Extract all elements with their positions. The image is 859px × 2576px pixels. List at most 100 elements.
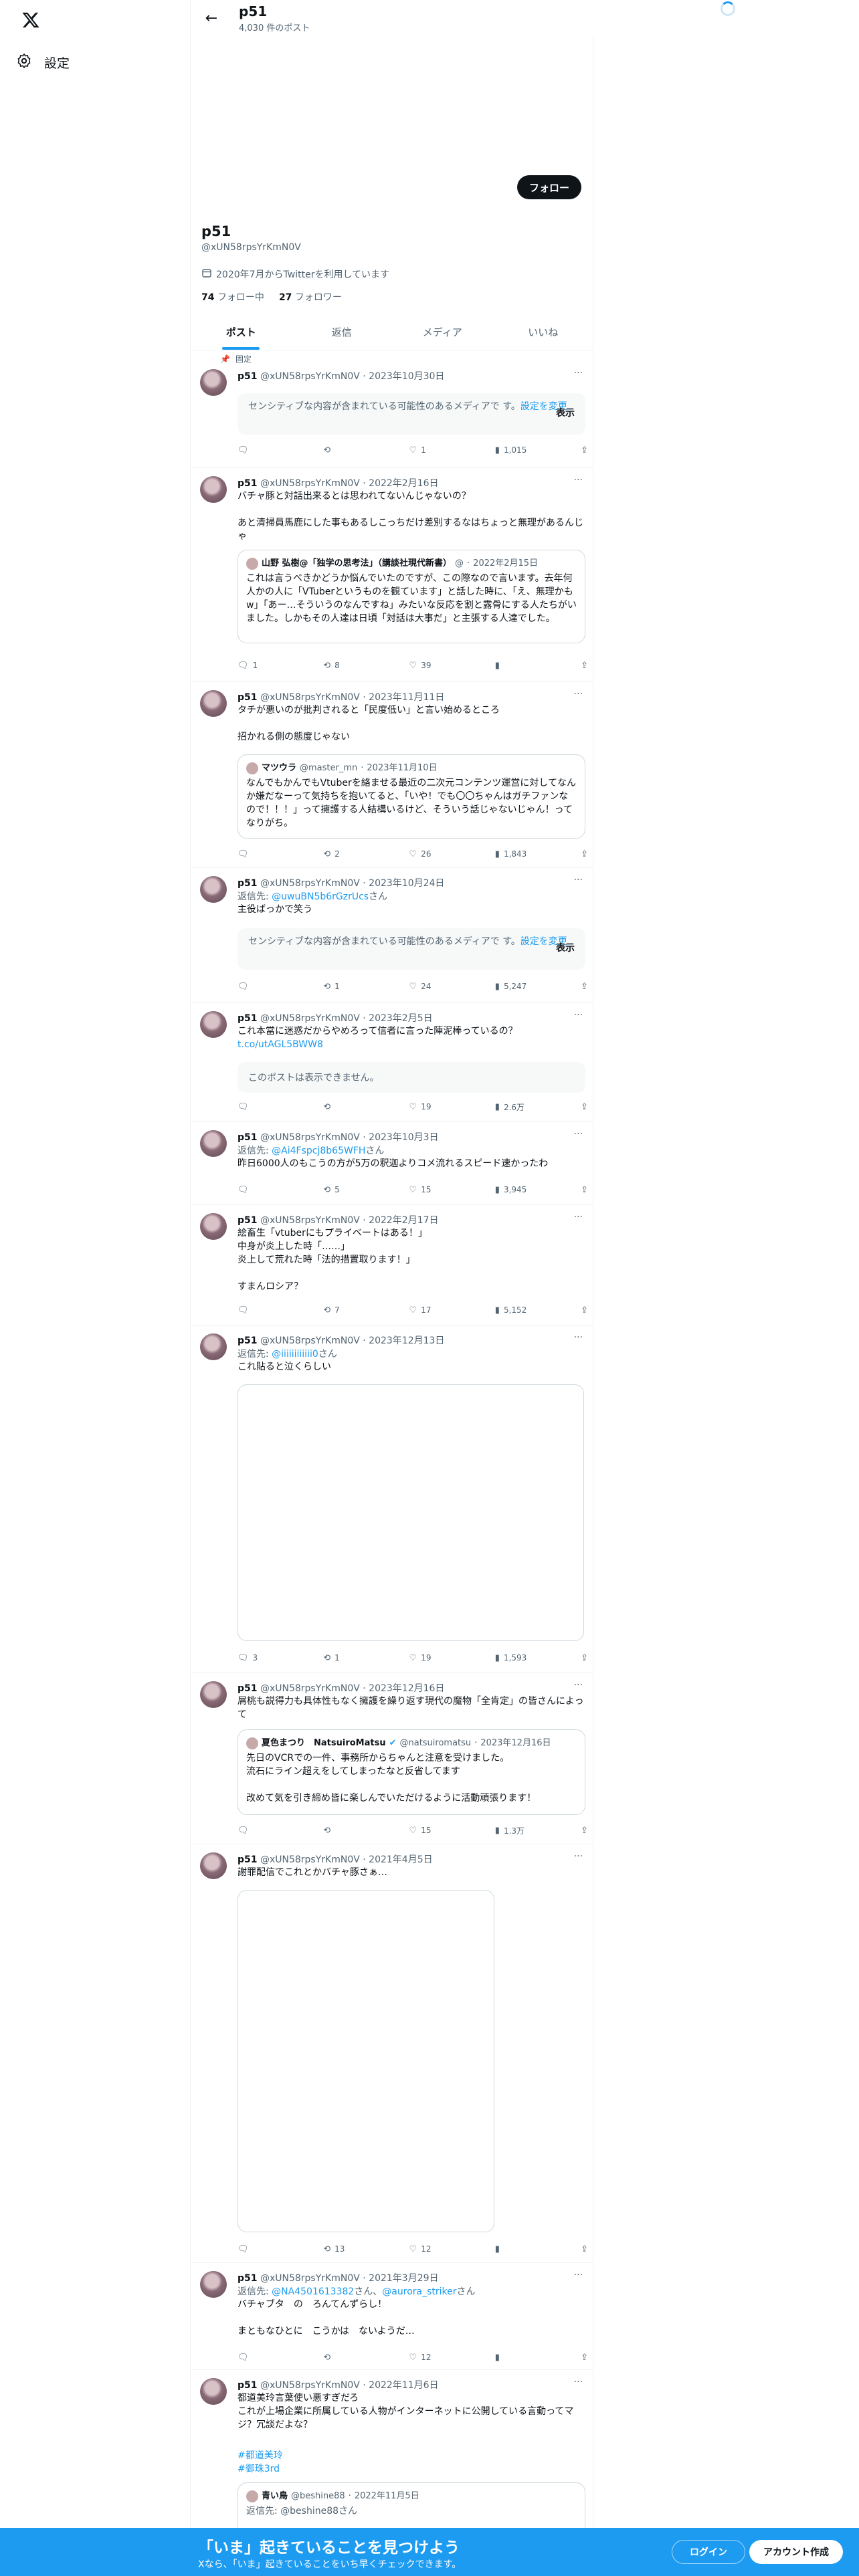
reply-to-link[interactable]: @Ai4Fspcj8b65WFH — [272, 1146, 365, 1156]
tweet-handle[interactable]: @xUN58rpsYrKmN0V — [260, 2273, 360, 2284]
tweet-handle[interactable]: @xUN58rpsYrKmN0V — [260, 1132, 360, 1143]
tweet-link[interactable]: t.co/utAGL5BWW8 — [237, 1038, 585, 1051]
tweet[interactable]: p51 @xUN58rpsYrKmN0V · 2023年12月16日 ··· 屑… — [191, 1673, 593, 1844]
repost-button[interactable]: ⟲ — [323, 2350, 363, 2365]
avatar[interactable] — [200, 1681, 227, 1708]
like-button[interactable]: ♡ 19 — [409, 1650, 450, 1665]
views-button[interactable]: ▮ 5,152 — [495, 1303, 535, 1317]
reply-button[interactable]: 🗨 — [237, 443, 278, 457]
tweet-date[interactable]: 2023年12月13日 — [369, 1335, 444, 1346]
reply-button[interactable]: 🗨 1 — [237, 658, 278, 673]
views-button[interactable]: ▮ — [495, 2350, 535, 2365]
views-button[interactable]: ▮ — [495, 2242, 535, 2256]
tweet[interactable]: p51 @xUN58rpsYrKmN0V · 2023年10月30日 ··· セ… — [191, 361, 593, 468]
share-button[interactable]: ⇪ — [581, 1303, 588, 1317]
tweet[interactable]: p51 @xUN58rpsYrKmN0V · 2023年10月3日 ··· 返信… — [191, 1122, 593, 1205]
share-button[interactable]: ⇪ — [581, 658, 588, 673]
tweet-handle[interactable]: @xUN58rpsYrKmN0V — [260, 1854, 360, 1865]
nav-settings[interactable]: 設定 — [16, 45, 70, 79]
share-button[interactable]: ⇪ — [581, 2350, 588, 2365]
share-button[interactable]: ⇪ — [581, 1099, 588, 1114]
tweet-date[interactable]: 2023年10月24日 — [369, 878, 444, 889]
avatar[interactable] — [200, 2271, 227, 2298]
repost-button[interactable]: ⟲ — [323, 1099, 363, 1114]
quoted-tweet[interactable]: マツウラ @master_mn · 2023年11月10日 なんでもかんでもVtube… — [237, 754, 585, 839]
following-link[interactable]: 74 フォロー中 — [201, 290, 264, 304]
tweet-handle[interactable]: @xUN58rpsYrKmN0V — [260, 2380, 360, 2391]
like-button[interactable]: ♡ 17 — [409, 1303, 450, 1317]
views-button[interactable]: ▮ 5,247 — [495, 979, 535, 994]
tweet[interactable]: p51 @xUN58rpsYrKmN0V · 2021年3月29日 ··· 返信… — [191, 2263, 593, 2370]
avatar[interactable] — [200, 2378, 227, 2405]
share-button[interactable]: ⇪ — [581, 2242, 588, 2256]
more-icon[interactable]: ··· — [574, 1680, 583, 1691]
tab-media[interactable]: メディア — [392, 314, 493, 350]
tweet-date[interactable]: 2021年4月5日 — [369, 1854, 432, 1865]
like-button[interactable]: ♡ 39 — [409, 658, 450, 673]
like-button[interactable]: ♡ 24 — [409, 979, 450, 994]
repost-button[interactable]: ⟲ 8 — [323, 658, 363, 673]
views-button[interactable]: ▮ — [495, 658, 535, 673]
tweet-author[interactable]: p51 — [237, 1215, 258, 1226]
tweet[interactable]: p51 @xUN58rpsYrKmN0V · 2023年12月13日 ··· 返… — [191, 1325, 593, 1673]
back-arrow-icon[interactable]: ← — [200, 7, 223, 29]
signup-button[interactable]: アカウント作成 — [749, 2540, 843, 2564]
tweet-author[interactable]: p51 — [237, 692, 258, 703]
views-button[interactable]: ▮ 1,843 — [495, 847, 535, 861]
avatar[interactable] — [200, 1130, 227, 1157]
tweet-date[interactable]: 2023年10月30日 — [369, 371, 444, 382]
repost-button[interactable]: ⟲ 5 — [323, 1182, 363, 1197]
tweet-handle[interactable]: @xUN58rpsYrKmN0V — [260, 1215, 360, 1226]
tweet[interactable]: p51 @xUN58rpsYrKmN0V · 2022年2月17日 ··· 絵畜… — [191, 1205, 593, 1325]
avatar[interactable] — [200, 369, 227, 396]
share-button[interactable]: ⇪ — [581, 443, 588, 457]
tweet-date[interactable]: 2022年11月6日 — [369, 2380, 438, 2391]
tweet-date[interactable]: 2023年11月11日 — [369, 692, 444, 703]
reply-button[interactable]: 🗨 — [237, 847, 278, 861]
reply-to-link[interactable]: @NA4501613382 — [272, 2286, 354, 2297]
tweet-author[interactable]: p51 — [237, 478, 258, 489]
tweet-handle[interactable]: @xUN58rpsYrKmN0V — [260, 478, 360, 489]
reply-button[interactable]: 🗨 — [237, 979, 278, 994]
repost-button[interactable]: ⟲ 1 — [323, 979, 363, 994]
like-button[interactable]: ♡ 12 — [409, 2350, 450, 2365]
share-button[interactable]: ⇪ — [581, 847, 588, 861]
reply-to-link[interactable]: @iiiiiiiiiiii0 — [272, 1349, 318, 1360]
media-image[interactable] — [237, 1384, 584, 1641]
like-button[interactable]: ♡ 26 — [409, 847, 450, 861]
more-icon[interactable]: ··· — [574, 689, 583, 700]
reply-to-link-2[interactable]: @aurora_striker — [382, 2286, 456, 2297]
views-button[interactable]: ▮ 2.6万 — [495, 1099, 535, 1114]
reply-button[interactable]: 🗨 — [237, 1823, 278, 1838]
reply-button[interactable]: 🗨 3 — [237, 1650, 278, 1665]
tweet-author[interactable]: p51 — [237, 1335, 258, 1346]
tweet-date[interactable]: 2021年3月29日 — [369, 2273, 438, 2284]
hashtag-link[interactable]: #都道美玲 — [237, 2449, 585, 2462]
more-icon[interactable]: ··· — [574, 1332, 583, 1343]
tweet-handle[interactable]: @xUN58rpsYrKmN0V — [260, 692, 360, 703]
tweet-author[interactable]: p51 — [237, 1132, 258, 1143]
tweet-author[interactable]: p51 — [237, 2273, 258, 2284]
avatar[interactable] — [200, 1011, 227, 1038]
tweet-author[interactable]: p51 — [237, 1683, 258, 1694]
quoted-tweet[interactable]: 山野 弘樹@「独学の思考法」（講談社現代新書） @ · 2022年2月15日 これは言… — [237, 550, 585, 643]
avatar[interactable] — [200, 476, 227, 503]
tweet[interactable]: p51 @xUN58rpsYrKmN0V · 2021年4月5日 ··· 謝罪配… — [191, 1844, 593, 2263]
repost-button[interactable]: ⟲ 13 — [323, 2242, 363, 2256]
tweet-author[interactable]: p51 — [237, 1013, 258, 1024]
hashtag-link[interactable]: #御珠3rd — [237, 2462, 585, 2476]
views-button[interactable]: ▮ 1,593 — [495, 1650, 535, 1665]
show-media-button[interactable]: 表示 — [556, 407, 575, 420]
tweet-author[interactable]: p51 — [237, 878, 258, 889]
tab-likes[interactable]: いいね — [493, 314, 594, 350]
tweet-handle[interactable]: @xUN58rpsYrKmN0V — [260, 371, 360, 382]
tab-replies[interactable]: 返信 — [292, 314, 393, 350]
reply-to-link[interactable]: @uwuBN5b6rGzrUcs — [272, 891, 369, 902]
tweet[interactable]: p51 @xUN58rpsYrKmN0V · 2023年2月5日 ··· これ本… — [191, 1003, 593, 1122]
repost-button[interactable]: ⟲ 7 — [323, 1303, 363, 1317]
tweet[interactable]: p51 @xUN58rpsYrKmN0V · 2023年10月24日 ··· 返… — [191, 868, 593, 1003]
reply-button[interactable]: 🗨 — [237, 2350, 278, 2365]
repost-button[interactable]: ⟲ — [323, 443, 363, 457]
follow-button[interactable]: フォロー — [517, 175, 581, 199]
reply-button[interactable]: 🗨 — [237, 2242, 278, 2256]
